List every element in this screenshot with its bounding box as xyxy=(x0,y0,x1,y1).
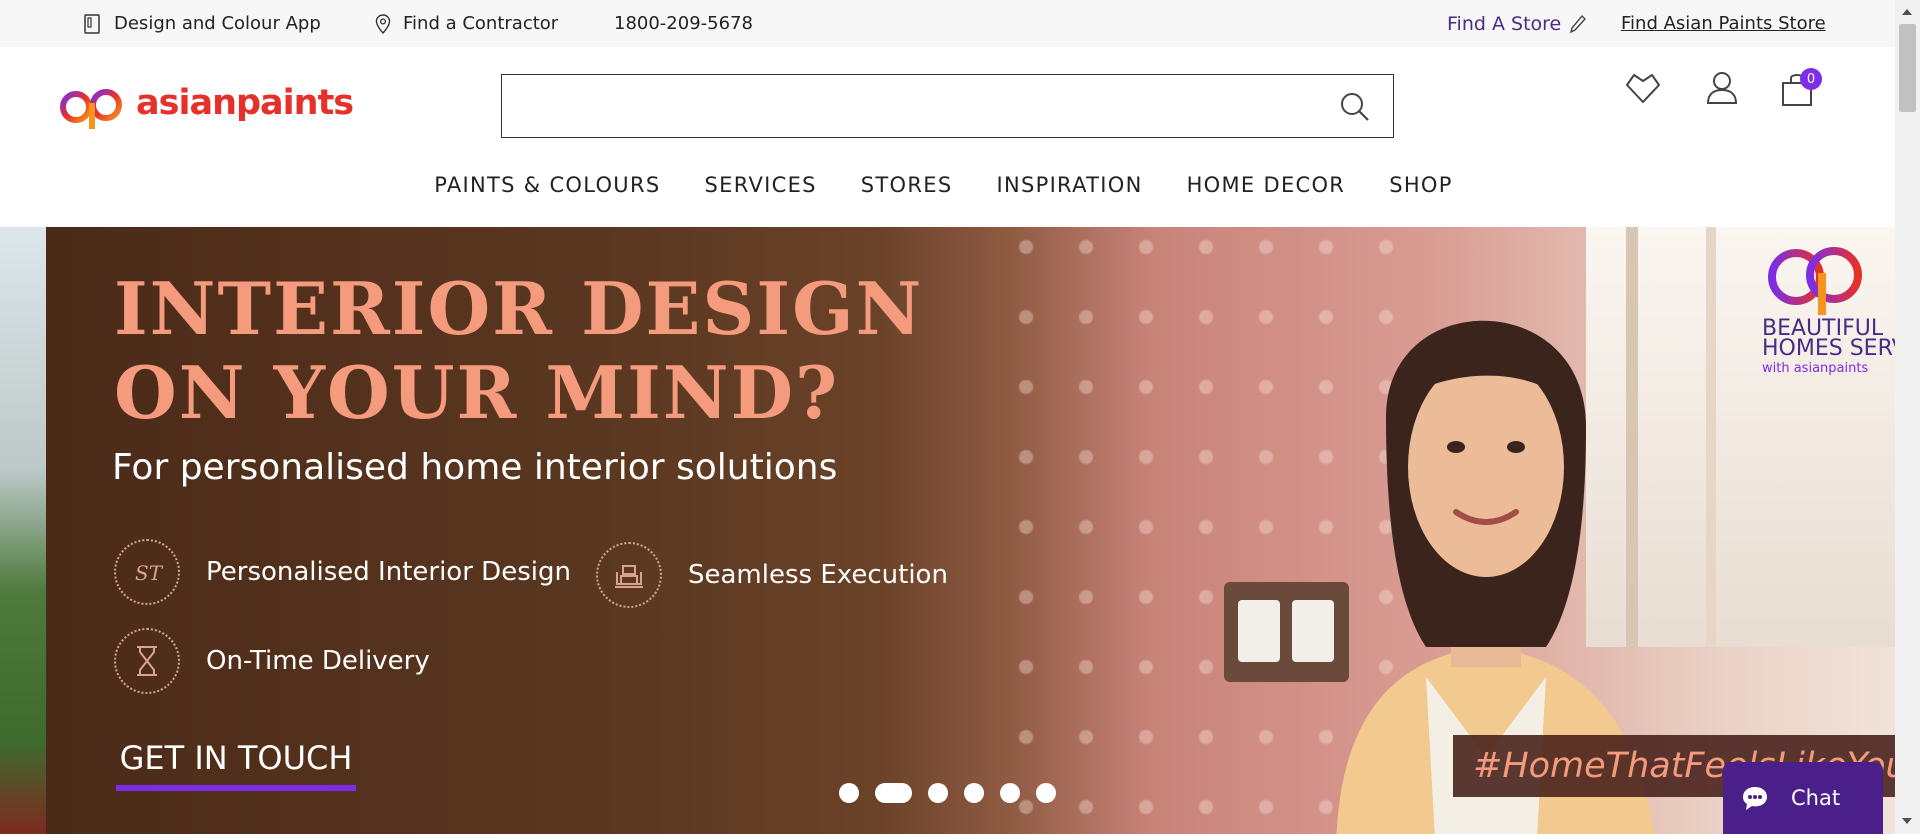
chat-bubble-icon xyxy=(1743,787,1767,810)
nav-item-services[interactable]: SERVICES xyxy=(683,173,839,197)
carousel-dot-1[interactable] xyxy=(839,783,859,803)
carousel-pagination xyxy=(839,783,1056,803)
carousel-dot-2-active[interactable] xyxy=(875,783,912,803)
carousel-dot-4[interactable] xyxy=(964,783,984,803)
find-a-store-label: Find A Store xyxy=(1447,12,1562,35)
logo-wordmark: asianpaints xyxy=(136,83,354,123)
feature-label: Seamless Execution xyxy=(688,560,948,590)
top-utility-bar: Design and Colour App Find a Contractor … xyxy=(0,0,1895,47)
search-box[interactable] xyxy=(501,74,1394,138)
hero-subtitle: For personalised home interior solutions xyxy=(112,447,838,488)
svg-text:ST: ST xyxy=(135,561,164,585)
feature-label: On-Time Delivery xyxy=(206,646,430,676)
nav-item-paints-colours[interactable]: PAINTS & COLOURS xyxy=(412,173,682,197)
user-icon[interactable] xyxy=(1705,71,1739,105)
nav-item-inspiration[interactable]: INSPIRATION xyxy=(974,173,1164,197)
search-icon[interactable] xyxy=(1339,91,1371,123)
design-app-label: Design and Colour App xyxy=(114,13,321,34)
cart-count-badge: 0 xyxy=(1800,68,1822,90)
get-in-touch-button[interactable]: GET IN TOUCH xyxy=(116,739,356,791)
hero-heading-line2: ON YOUR MIND? xyxy=(114,350,840,435)
hero-banner[interactable]: INTERIOR DESIGN ON YOUR MIND? For person… xyxy=(46,227,1895,834)
scroll-down-icon[interactable] xyxy=(1902,818,1912,824)
find-contractor-link[interactable]: Find a Contractor xyxy=(375,0,558,47)
scrollbar-thumb[interactable] xyxy=(1899,24,1916,112)
pencil-icon xyxy=(1570,14,1587,33)
asianpaints-logo-mark-icon xyxy=(60,89,122,129)
carousel-dot-5[interactable] xyxy=(1000,783,1020,803)
hourglass-icon xyxy=(114,628,180,694)
nav-item-stores[interactable]: STORES xyxy=(839,173,975,197)
scroll-up-icon[interactable] xyxy=(1902,9,1912,15)
page-scrollbar[interactable] xyxy=(1895,0,1920,834)
primary-navigation: PAINTS & COLOURS SERVICES STORES INSPIRA… xyxy=(0,173,1895,197)
asianpaints-logo[interactable]: asianpaints xyxy=(58,77,354,135)
main-header: asianpaints 0 PAINTS & COLOURS SERVICES … xyxy=(0,47,1895,227)
feature-seamless-execution: Seamless Execution xyxy=(596,542,948,608)
heart-icon[interactable] xyxy=(1624,71,1662,105)
brand-line3: with asianpaints xyxy=(1762,361,1869,376)
chat-button[interactable]: Chat xyxy=(1723,762,1883,834)
find-contractor-label: Find a Contractor xyxy=(403,13,559,34)
find-asian-paints-store-link[interactable]: Find Asian Paints Store xyxy=(1621,0,1826,47)
previous-slide-peek[interactable] xyxy=(0,227,46,834)
hero-heading-line1: INTERIOR DESIGN xyxy=(114,266,924,351)
beautiful-homes-logo-mark-icon xyxy=(1768,247,1862,315)
monogram-icon: ST xyxy=(114,539,180,605)
location-pin-icon xyxy=(375,13,391,34)
feature-label: Personalised Interior Design xyxy=(206,557,571,587)
phone-app-icon xyxy=(84,13,100,34)
feature-on-time-delivery: On-Time Delivery xyxy=(114,628,430,694)
nav-item-shop[interactable]: SHOP xyxy=(1367,173,1475,197)
search-input[interactable] xyxy=(502,75,1322,135)
nav-item-home-decor[interactable]: HOME DECOR xyxy=(1165,173,1368,197)
carousel-dot-6[interactable] xyxy=(1036,783,1056,803)
sofa-icon xyxy=(596,542,662,608)
design-app-link[interactable]: Design and Colour App xyxy=(82,0,321,47)
brand-line2: HOMES SERV xyxy=(1762,336,1895,361)
phone-number-link[interactable]: 1800-209-5678 xyxy=(614,0,753,47)
find-a-store-link[interactable]: Find A Store xyxy=(1447,0,1587,47)
beautiful-homes-logo: BEAUTIFUL HOMES SERV with asianpaints xyxy=(1762,237,1895,376)
carousel-dot-3[interactable] xyxy=(928,783,948,803)
hero-heading: INTERIOR DESIGN ON YOUR MIND? xyxy=(114,267,923,435)
chat-label: Chat xyxy=(1791,786,1841,810)
feature-personalised-design: ST Personalised Interior Design xyxy=(114,539,571,605)
